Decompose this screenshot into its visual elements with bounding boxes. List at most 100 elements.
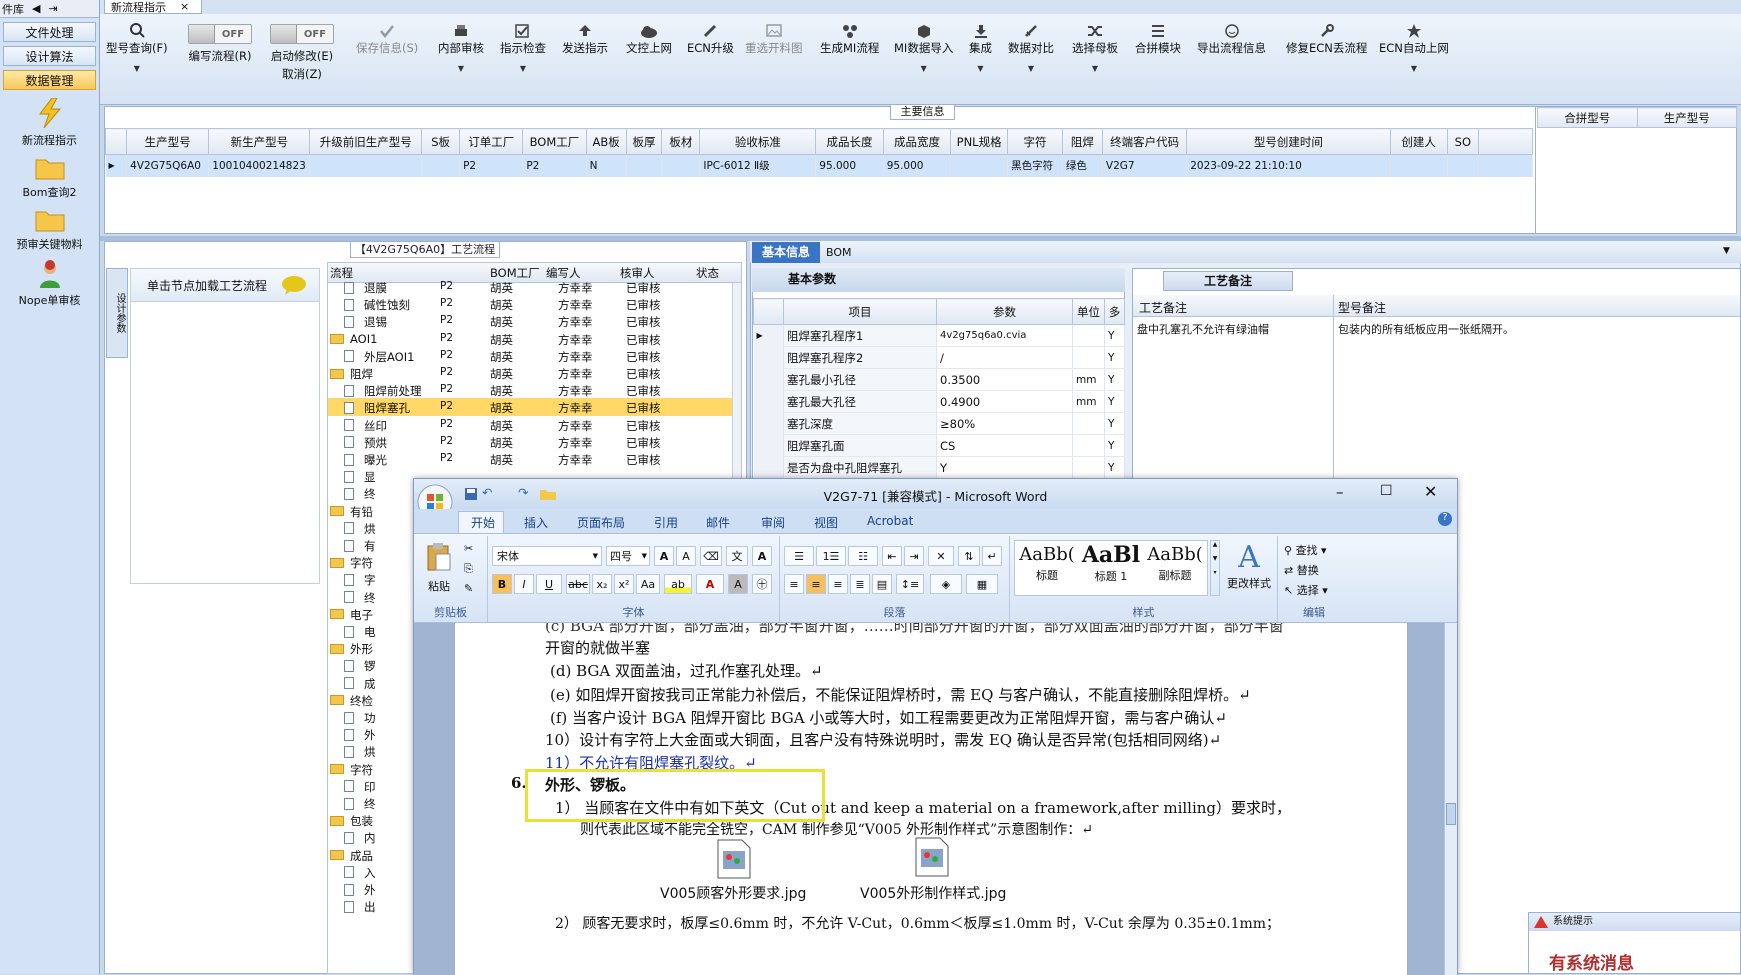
multilevel-list-icon[interactable]: ☷	[848, 546, 878, 566]
system-message-popup[interactable]: 系统提示 有系统消息	[1528, 912, 1741, 974]
tree-row[interactable]: 丝印 P2 胡英 方幸幸 已审核	[328, 416, 741, 433]
strikethrough-icon[interactable]: abc	[566, 574, 590, 594]
nav-data-management[interactable]: 数据管理	[3, 70, 96, 90]
table-cell[interactable]	[950, 154, 1009, 177]
cut-icon[interactable]: ✂	[464, 542, 473, 555]
tab-references[interactable]: 引用	[654, 514, 678, 531]
copy-icon[interactable]: ⎘	[464, 562, 473, 576]
table-cell[interactable]	[421, 154, 461, 177]
paste-label[interactable]: 粘贴	[428, 578, 450, 594]
distributed-icon[interactable]: ▤	[872, 574, 892, 594]
ecn-upgrade-button[interactable]: ECN升级	[687, 18, 734, 56]
show-marks-icon[interactable]: ↵	[982, 546, 1002, 566]
column-header[interactable]: 板材	[661, 128, 701, 155]
word-vertical-scrollbar[interactable]	[1444, 623, 1457, 975]
help-icon[interactable]: ?	[1438, 512, 1452, 526]
repair-ecn-button[interactable]: 修复ECN丢流程	[1286, 18, 1367, 56]
change-case-icon[interactable]: Aa	[636, 574, 660, 594]
reselect-cutting-button[interactable]: 重选开料图	[745, 18, 803, 56]
basic-param-row[interactable]: 塞孔最小孔径 0.3500 mm Y	[753, 368, 1125, 391]
tree-row[interactable]: −阻焊P2胡英方幸幸已审核	[328, 364, 741, 381]
instruction-check-button[interactable]: 指示检查 ▼	[500, 18, 546, 73]
align-center-icon[interactable]: ≡	[806, 574, 826, 594]
phonetic-icon[interactable]: 文	[726, 546, 748, 566]
table-cell[interactable]: 黑色字符	[1007, 154, 1063, 177]
column-header[interactable]: S板	[421, 128, 461, 155]
nav-exit-icon[interactable]: ⇥	[48, 2, 57, 15]
close-icon[interactable]: ✕	[1424, 482, 1437, 501]
tree-row[interactable]: 碱性蚀刻 P2 胡英 方幸幸 已审核	[328, 295, 741, 312]
table-cell[interactable]: P2	[522, 154, 587, 177]
tree-row[interactable]: 退膜 P2 胡英 方幸幸 已审核	[328, 278, 741, 295]
model-query-button[interactable]: 型号查询(F) ▼	[106, 18, 168, 73]
basic-param-column[interactable]: 参数	[936, 298, 1073, 325]
column-header[interactable]: 创建人	[1389, 128, 1448, 155]
param-value[interactable]: ≥80%	[936, 412, 1073, 435]
column-header[interactable]: 型号创建时间	[1186, 128, 1391, 155]
export-flow-info-button[interactable]: 导出流程信息	[1197, 18, 1266, 56]
table-cell[interactable]	[1390, 154, 1448, 177]
table-cell[interactable]: IPC-6012 Ⅱ级	[699, 154, 817, 177]
column-header[interactable]: 成品长度	[815, 128, 884, 155]
tree-row[interactable]: −AOI1P2胡英方幸幸已审核	[328, 330, 741, 347]
close-icon[interactable]: ×	[180, 0, 189, 13]
column-header[interactable]: 板厚	[625, 128, 663, 155]
table-cell[interactable]	[661, 154, 701, 177]
tree-row[interactable]: 预烘 P2 胡英 方幸幸 已审核	[328, 433, 741, 450]
increase-indent-icon[interactable]: ⇥	[904, 546, 924, 566]
basic-param-row[interactable]: ▶ 阻焊塞孔程序1 4v2g75q6a0.cvia Y	[753, 324, 1125, 347]
table-row[interactable]: ▶ 4V2G75Q6A0 10010400214823 P2 P2 N IPC-6012 Ⅱ…	[105, 154, 1533, 177]
param-value[interactable]: Y	[936, 456, 1073, 479]
tree-row[interactable]: 曝光 P2 胡英 方幸幸 已审核	[328, 450, 741, 467]
maximize-icon[interactable]: ☐	[1380, 483, 1393, 499]
tab-insert[interactable]: 插入	[524, 514, 548, 531]
italic-icon[interactable]: I	[514, 574, 534, 594]
align-right-icon[interactable]: ≡	[828, 574, 848, 594]
basic-param-column[interactable]: 单位	[1072, 298, 1105, 325]
style-subtitle[interactable]: AaBb( 副标题	[1144, 544, 1206, 583]
align-left-icon[interactable]: ≡	[784, 574, 804, 594]
param-value[interactable]: 0.4900	[936, 390, 1073, 413]
superscript-icon[interactable]: x²	[614, 574, 634, 594]
tab-page-layout[interactable]: 页面布局	[577, 514, 625, 531]
doc-control-online-button[interactable]: 文控上网	[626, 18, 672, 56]
table-cell[interactable]: 4V2G75Q6A0	[126, 154, 210, 177]
change-styles-button[interactable]: A 更改样式	[1224, 540, 1274, 591]
decrease-indent-icon[interactable]: ⇤	[882, 546, 902, 566]
basic-param-column[interactable]: 项目	[783, 298, 937, 325]
attachment-v005-customer[interactable]	[717, 839, 751, 879]
tree-row[interactable]: 阻焊塞孔 P2 胡英 方幸幸 已审核	[328, 398, 741, 416]
shrink-font-icon[interactable]: A	[676, 546, 696, 566]
param-value[interactable]: 0.3500	[936, 368, 1073, 391]
tree-row[interactable]: 阻焊前处理 P2 胡英 方幸幸 已审核	[328, 381, 741, 398]
column-header[interactable]: 新生产型号	[208, 128, 311, 155]
basic-param-column[interactable]: 多	[1104, 298, 1125, 325]
send-instruction-button[interactable]: 发送指示	[562, 18, 608, 56]
minimize-icon[interactable]: –	[1336, 483, 1344, 501]
nav-bom-query[interactable]: Bom查询2	[0, 156, 99, 200]
column-header[interactable]: PNL规格	[950, 128, 1009, 155]
style-title[interactable]: AaBb( 标题	[1016, 544, 1078, 583]
column-header[interactable]: 字符	[1007, 128, 1063, 155]
table-cell[interactable]: 95.000	[815, 154, 884, 177]
basic-param-row[interactable]: 阻焊塞孔面 CS Y	[753, 434, 1125, 457]
char-shading-icon[interactable]: A	[728, 574, 748, 594]
borders-icon[interactable]: ▦	[966, 574, 998, 594]
numbering-icon[interactable]: 1☰	[816, 546, 846, 566]
nav-file-processing[interactable]: 文件处理	[3, 22, 96, 42]
basic-param-row[interactable]: 是否为盘中孔阻焊塞孔 Y Y	[753, 456, 1125, 479]
nav-new-flow[interactable]: 新流程指示	[0, 98, 99, 148]
nav-precheck-material[interactable]: 预审关键物料	[0, 208, 99, 252]
tab-basic-info[interactable]: 基本信息	[752, 242, 820, 263]
nav-back-icon[interactable]: ◀	[32, 2, 40, 15]
format-painter-icon[interactable]: ✎	[464, 582, 473, 595]
find-button[interactable]: ⚲ 查找 ▾	[1284, 542, 1327, 558]
start-modify-toggle[interactable]: OFF 启动修改(E) 取消(Z)	[270, 24, 334, 82]
font-name-select[interactable]: 宋体 ▼	[492, 546, 602, 566]
font-color-icon[interactable]: A	[696, 574, 724, 594]
table-cell[interactable]	[626, 154, 663, 177]
mi-data-import-button[interactable]: MI数据导入 ▼	[894, 18, 953, 73]
nav-nope-review[interactable]: Nope单审核	[0, 260, 99, 308]
column-header[interactable]: 成品宽度	[882, 128, 952, 155]
styles-scroll[interactable]: ▲ ▼ ▾	[1210, 540, 1220, 596]
